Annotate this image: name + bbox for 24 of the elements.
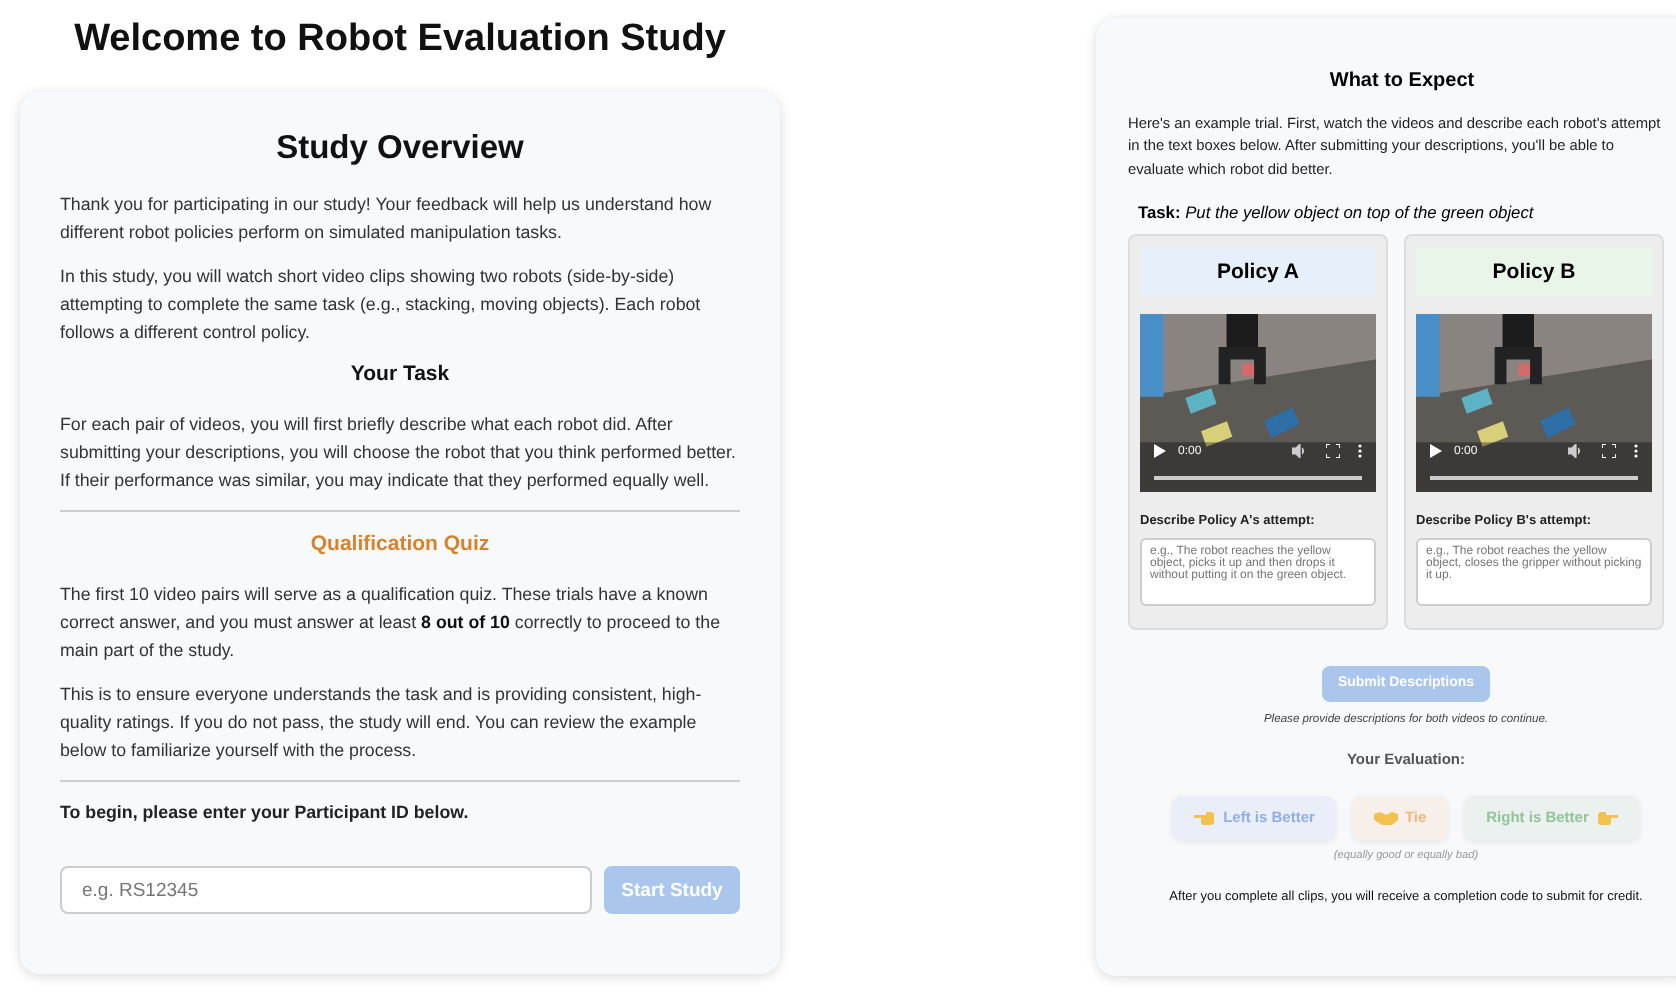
paragraph: Thank you for participating in our study! Your feedback will help us understand how different robot policies perform on simulated manipulation tasks. [60,192,714,246]
fullscreen-icon[interactable] [1326,444,1340,459]
section-heading: Qualification Quiz [308,532,492,556]
instruction-text: To begin, please enter your Participant ID below. [60,800,471,826]
paragraph: In this study, you will watch short video clips showing two robots (side-by-side) attempting to complete the same task (e.g., stacking, moving objects). Each robot follows a different control policy. [60,264,703,346]
play-icon[interactable] [1430,444,1442,459]
task-text: Task: Put the yellow object on top of the green object [1138,201,1536,222]
participant-id-field[interactable]: e.g. RS12345 [60,866,592,914]
paragraph: This is to ensure everyone understands the task and is providing consistent, high-quality ratings. If you do not pass, the study will end. You can review the example below to familiarize yourself with the process. [60,682,704,764]
paragraph: The first 10 video pairs will serve as a qualification quiz. These trials have a known correct answer, and you must answer at least 8 out of 10 correctly to proceed to the main part of the study. [60,582,723,664]
pointing-hand-icon [1193,809,1218,826]
card-title: What to Expect [1327,70,1477,92]
paragraph: For each pair of videos, you will first briefly describe what each robot did. After submitting your descriptions, you will choose the robot that you think performed better. If their performance was similar, you may indicate that they performed equally well. [60,412,738,494]
play-icon[interactable] [1154,444,1166,459]
section-heading: Your Task [348,362,452,386]
pointing-hand-icon [1594,809,1619,826]
policy-title: Policy A [1140,247,1376,296]
volume-icon[interactable] [1568,444,1584,459]
handshake-icon [1374,809,1399,826]
card-title: Study Overview [274,130,526,168]
fullscreen-icon[interactable] [1602,444,1616,459]
page-title: Welcome to Robot Evaluation Study [72,18,728,62]
policy-title: Policy B [1416,247,1652,296]
volume-icon[interactable] [1292,444,1308,459]
